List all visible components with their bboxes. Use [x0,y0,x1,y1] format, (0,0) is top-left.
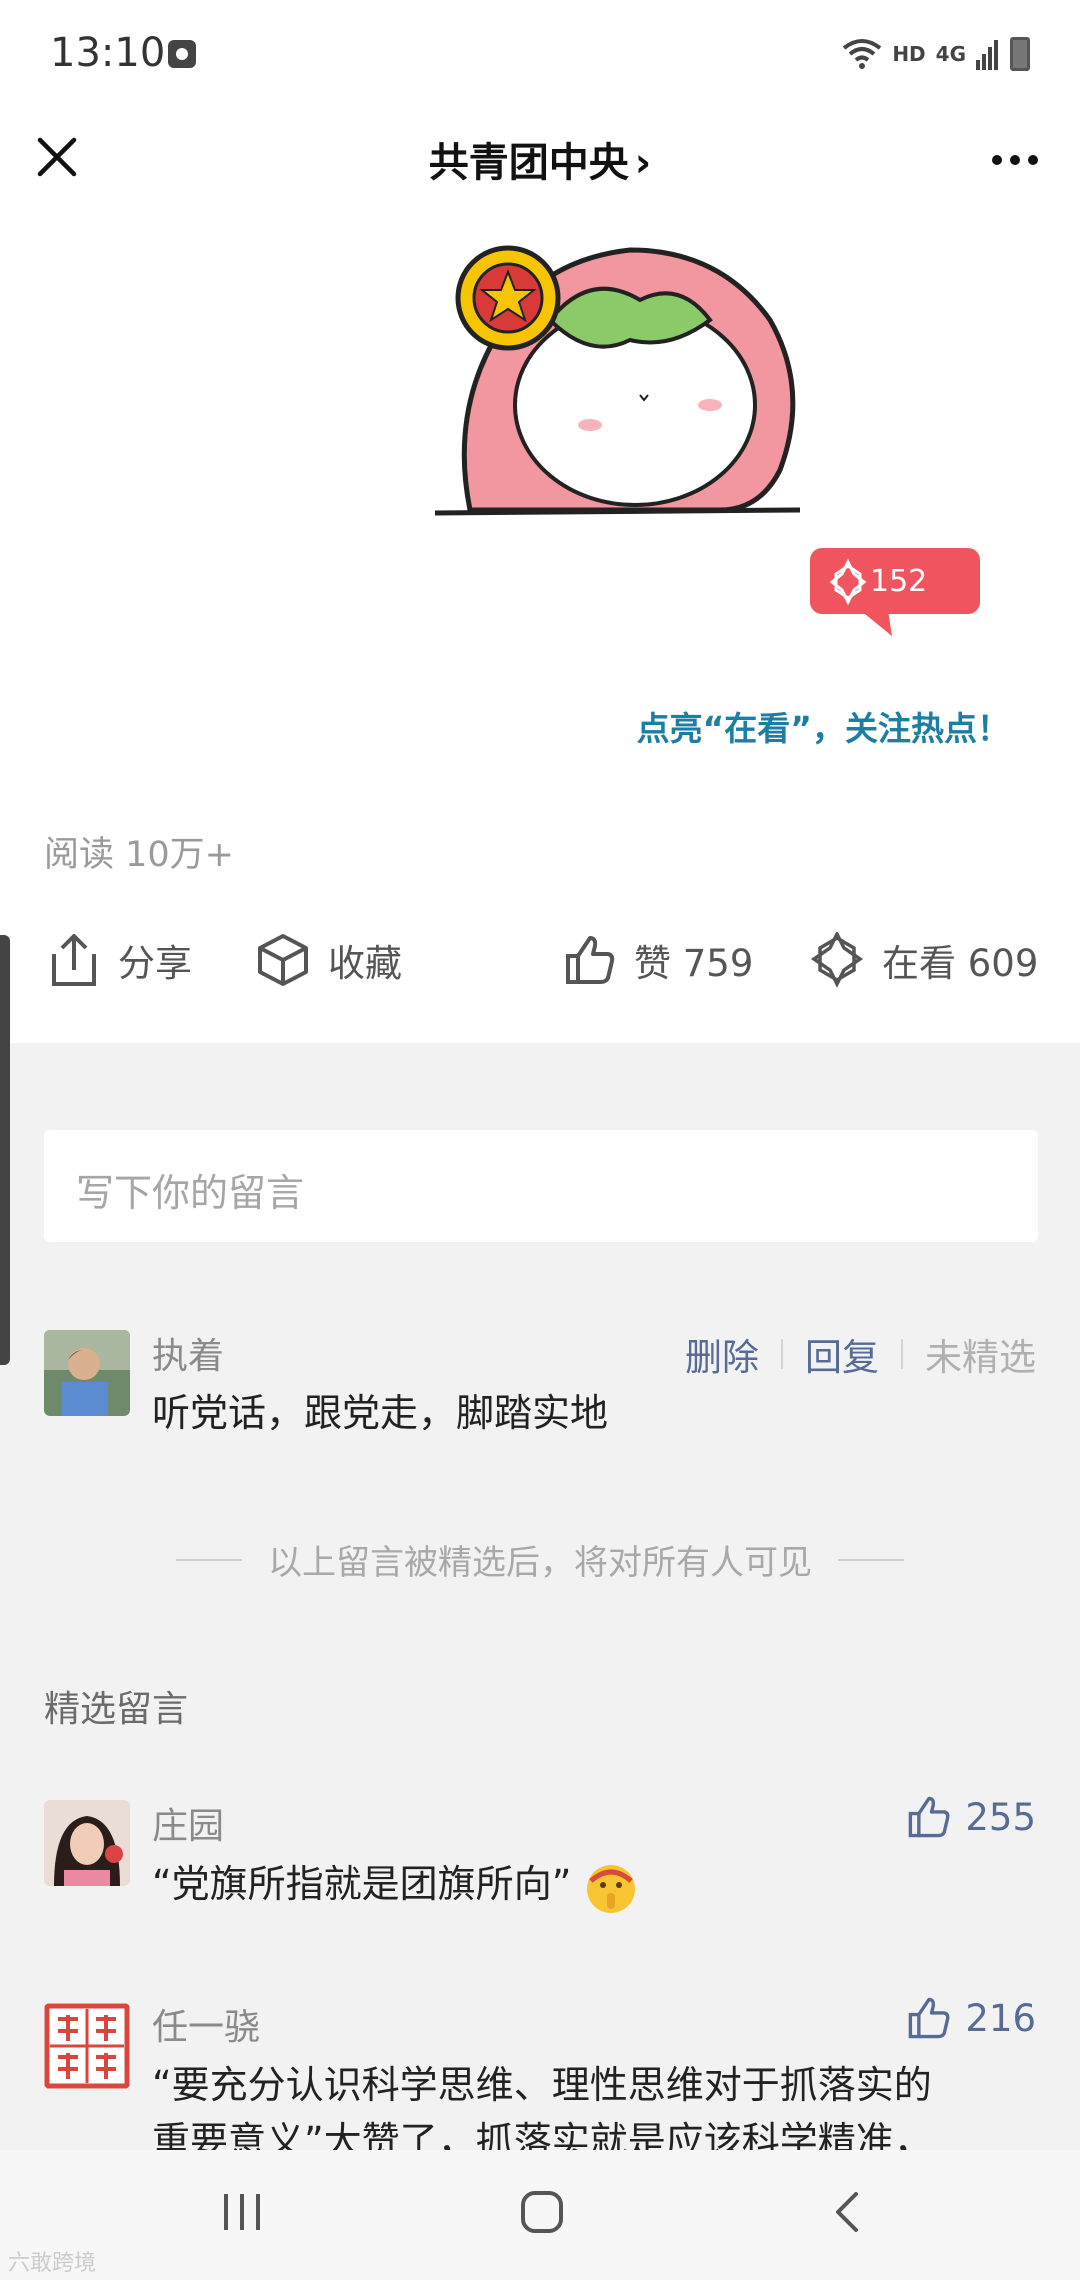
cta-text: 点亮“在看”，关注热点！ [636,709,1010,748]
avatar[interactable] [44,1330,130,1416]
divider [901,1339,903,1369]
avatar[interactable] [44,1800,130,1886]
cube-icon [258,934,308,986]
article-actions: 分享 收藏 赞 759 在看 609 [0,920,1080,1030]
comment-text-content: “党旗所指就是团旗所向” [152,1862,572,1906]
divider [176,1558,242,1561]
hd-label: HD [892,42,926,66]
more-dot [992,155,1002,165]
recent-apps-icon[interactable] [220,2190,264,2234]
delete-link[interactable]: 删除 [685,1327,759,1381]
status-icons: HD 4G [842,36,1030,72]
share-icon [52,934,96,986]
avatar-image [44,1800,130,1886]
more-dot [1010,155,1020,165]
like-count: 255 [965,1795,1036,1839]
comment-input[interactable]: 写下你的留言 [44,1130,1038,1242]
watching-icon [810,932,864,988]
account-name: 共青团中央 [428,140,629,186]
edge-panel-handle[interactable] [0,935,10,1365]
comment-author: 执着 [152,1336,225,1377]
avatar[interactable] [44,2003,130,2089]
back-icon[interactable] [826,2190,870,2234]
comment-like-button[interactable]: 216 [907,1996,1036,2040]
signal-icon [976,40,998,70]
favorite-label: 收藏 [328,942,402,985]
comment-text: “党旗所指就是团旗所向” [152,1856,639,1915]
favorite-button[interactable]: 收藏 [256,920,402,1000]
featured-title: 精选留言 [44,1689,189,1730]
share-button[interactable]: 分享 [48,920,192,1000]
visibility-notice: 以上留言被精选后，将对所有人可见 [0,1535,1080,1584]
status-time: 13:10 [50,30,166,76]
shush-emoji-icon [587,1864,636,1913]
nav-bar: 共青团中央 › [0,110,1080,210]
account-title[interactable]: 共青团中央 › [0,130,1080,188]
read-count: 阅读 10万+ [44,835,234,875]
seal-avatar-image [44,2003,130,2089]
select-status: 未精选 [925,1336,1036,1379]
comment-text: 听党话，跟党走，脚踏实地 [152,1391,609,1435]
clock-icon [168,40,196,68]
divider [781,1339,783,1369]
watermark: 六敢跨境 [8,2251,97,2276]
comment-text-line: “要充分认识科学思维、理性思维对于抓落实的 [152,2063,932,2107]
badge-count: 152 [870,564,928,599]
wifi-icon [843,39,882,69]
chevron-right-icon: › [634,140,652,186]
comment-actions: 删除 回复 未精选 [685,1327,1036,1381]
like-button[interactable]: 赞 759 [564,920,753,1000]
comment-placeholder: 写下你的留言 [76,1171,305,1215]
reply-link[interactable]: 回复 [805,1327,879,1381]
comment-author: 庄园 [152,1806,225,1847]
system-navigation-bar [0,2150,1080,2280]
status-bar: 13:10 HD 4G [0,0,1080,110]
share-label: 分享 [118,942,192,985]
more-button[interactable] [980,130,1050,190]
avatar-image [44,1330,130,1416]
watching-badge: 152 [810,548,980,636]
watching-label: 在看 609 [882,942,1039,985]
mascot-illustration [434,245,801,516]
thumbs-up-icon [909,1796,950,1838]
like-count: 216 [965,1996,1036,2040]
divider [838,1558,904,1561]
thumbs-up-icon [909,1997,950,2039]
battery-icon [1010,37,1030,71]
thumbs-up-icon [566,936,615,984]
like-label: 赞 759 [634,942,754,985]
watching-button[interactable]: 在看 609 [810,920,1038,1000]
notice-text: 以上留言被精选后，将对所有人可见 [268,1543,812,1583]
more-dot [1028,155,1038,165]
home-icon[interactable] [518,2188,566,2236]
network-label: 4G [935,42,966,66]
comment-like-button[interactable]: 255 [907,1795,1036,1839]
comment-author: 任一骁 [152,2007,261,2048]
